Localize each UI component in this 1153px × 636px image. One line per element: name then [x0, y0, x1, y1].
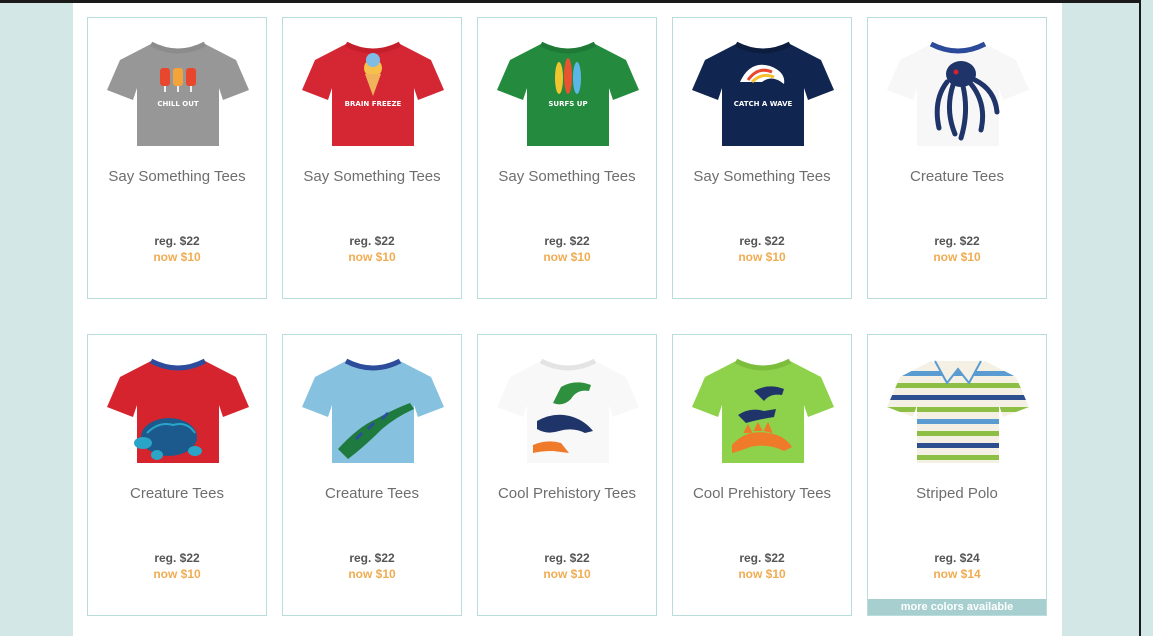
product-card[interactable]: BRAIN FREEZE Say Something Tees reg. $22… [282, 17, 462, 299]
regular-price: reg. $22 [739, 234, 785, 248]
regular-price: reg. $22 [544, 551, 590, 565]
product-image[interactable]: undefinedCHILL OUT [103, 30, 253, 152]
regular-price: reg. $22 [934, 234, 980, 248]
product-grid: undefinedCHILL OUT Say Something Tees re… [73, 3, 1062, 636]
sale-price: now $10 [543, 567, 591, 581]
striped-polo [887, 360, 1029, 463]
regular-price: reg. $22 [739, 551, 785, 565]
product-card[interactable]: SURFS UP Say Something Tees reg. $22 now… [477, 17, 657, 299]
regular-price: reg. $22 [544, 234, 590, 248]
product-name[interactable]: Creature Tees [868, 168, 1046, 185]
product-card[interactable]: CATCH A WAVE Say Something Tees reg. $22… [672, 17, 852, 299]
white-dinosaur-tshirt [497, 358, 639, 463]
product-name[interactable]: Cool Prehistory Tees [673, 485, 851, 502]
product-image[interactable]: BRAIN FREEZE [298, 30, 448, 152]
svg-text:SURFS UP: SURFS UP [548, 100, 587, 108]
product-image[interactable]: SURFS UP [493, 30, 643, 152]
product-name[interactable]: Cool Prehistory Tees [478, 485, 656, 502]
red-turtle-tshirt [107, 358, 249, 463]
sale-price: now $10 [153, 567, 201, 581]
regular-price: reg. $22 [349, 551, 395, 565]
regular-price: reg. $22 [349, 234, 395, 248]
product-image[interactable]: CATCH A WAVE [688, 30, 838, 152]
sale-price: now $10 [348, 250, 396, 264]
svg-text:CATCH A WAVE: CATCH A WAVE [734, 100, 793, 108]
product-name[interactable]: Striped Polo [868, 485, 1046, 502]
product-image[interactable] [493, 347, 643, 469]
product-name[interactable]: Say Something Tees [673, 168, 851, 185]
product-name[interactable]: Say Something Tees [478, 168, 656, 185]
regular-price: reg. $24 [934, 551, 980, 565]
gray-tshirt: undefinedCHILL OUT [107, 41, 249, 146]
product-name[interactable]: Creature Tees [88, 485, 266, 502]
product-image[interactable] [883, 347, 1033, 469]
sale-price: now $10 [348, 567, 396, 581]
blue-crocodile-tshirt [302, 358, 444, 463]
product-image[interactable] [103, 347, 253, 469]
svg-text:CHILL OUT: CHILL OUT [157, 100, 199, 108]
product-card[interactable]: Cool Prehistory Tees reg. $22 now $10 [672, 334, 852, 616]
product-card[interactable]: Creature Tees reg. $22 now $10 [87, 334, 267, 616]
product-card[interactable]: Striped Polo reg. $24 now $14 more color… [867, 334, 1047, 616]
window-border-right [1139, 0, 1141, 636]
product-card[interactable]: Creature Tees reg. $22 now $10 [867, 17, 1047, 299]
sale-price: now $14 [933, 567, 981, 581]
product-name[interactable]: Say Something Tees [283, 168, 461, 185]
sale-price: now $10 [543, 250, 591, 264]
regular-price: reg. $22 [154, 234, 200, 248]
green-tshirt: SURFS UP [497, 41, 639, 146]
white-octopus-tshirt [887, 41, 1029, 146]
navy-tshirt: CATCH A WAVE [692, 41, 834, 146]
product-name[interactable]: Creature Tees [283, 485, 461, 502]
red-tshirt: BRAIN FREEZE [302, 41, 444, 146]
regular-price: reg. $22 [154, 551, 200, 565]
sale-price: now $10 [153, 250, 201, 264]
sale-price: now $10 [738, 250, 786, 264]
product-name[interactable]: Say Something Tees [88, 168, 266, 185]
product-card[interactable]: Creature Tees reg. $22 now $10 [282, 334, 462, 616]
sale-price: now $10 [933, 250, 981, 264]
more-colors-link[interactable]: more colors available [868, 599, 1046, 615]
product-card[interactable]: undefinedCHILL OUT Say Something Tees re… [87, 17, 267, 299]
product-image[interactable] [688, 347, 838, 469]
product-card[interactable]: Cool Prehistory Tees reg. $22 now $10 [477, 334, 657, 616]
product-image[interactable] [298, 347, 448, 469]
svg-text:BRAIN FREEZE: BRAIN FREEZE [345, 100, 402, 108]
sale-price: now $10 [738, 567, 786, 581]
lime-dinosaur-tshirt [692, 358, 834, 463]
product-image[interactable] [883, 30, 1033, 152]
